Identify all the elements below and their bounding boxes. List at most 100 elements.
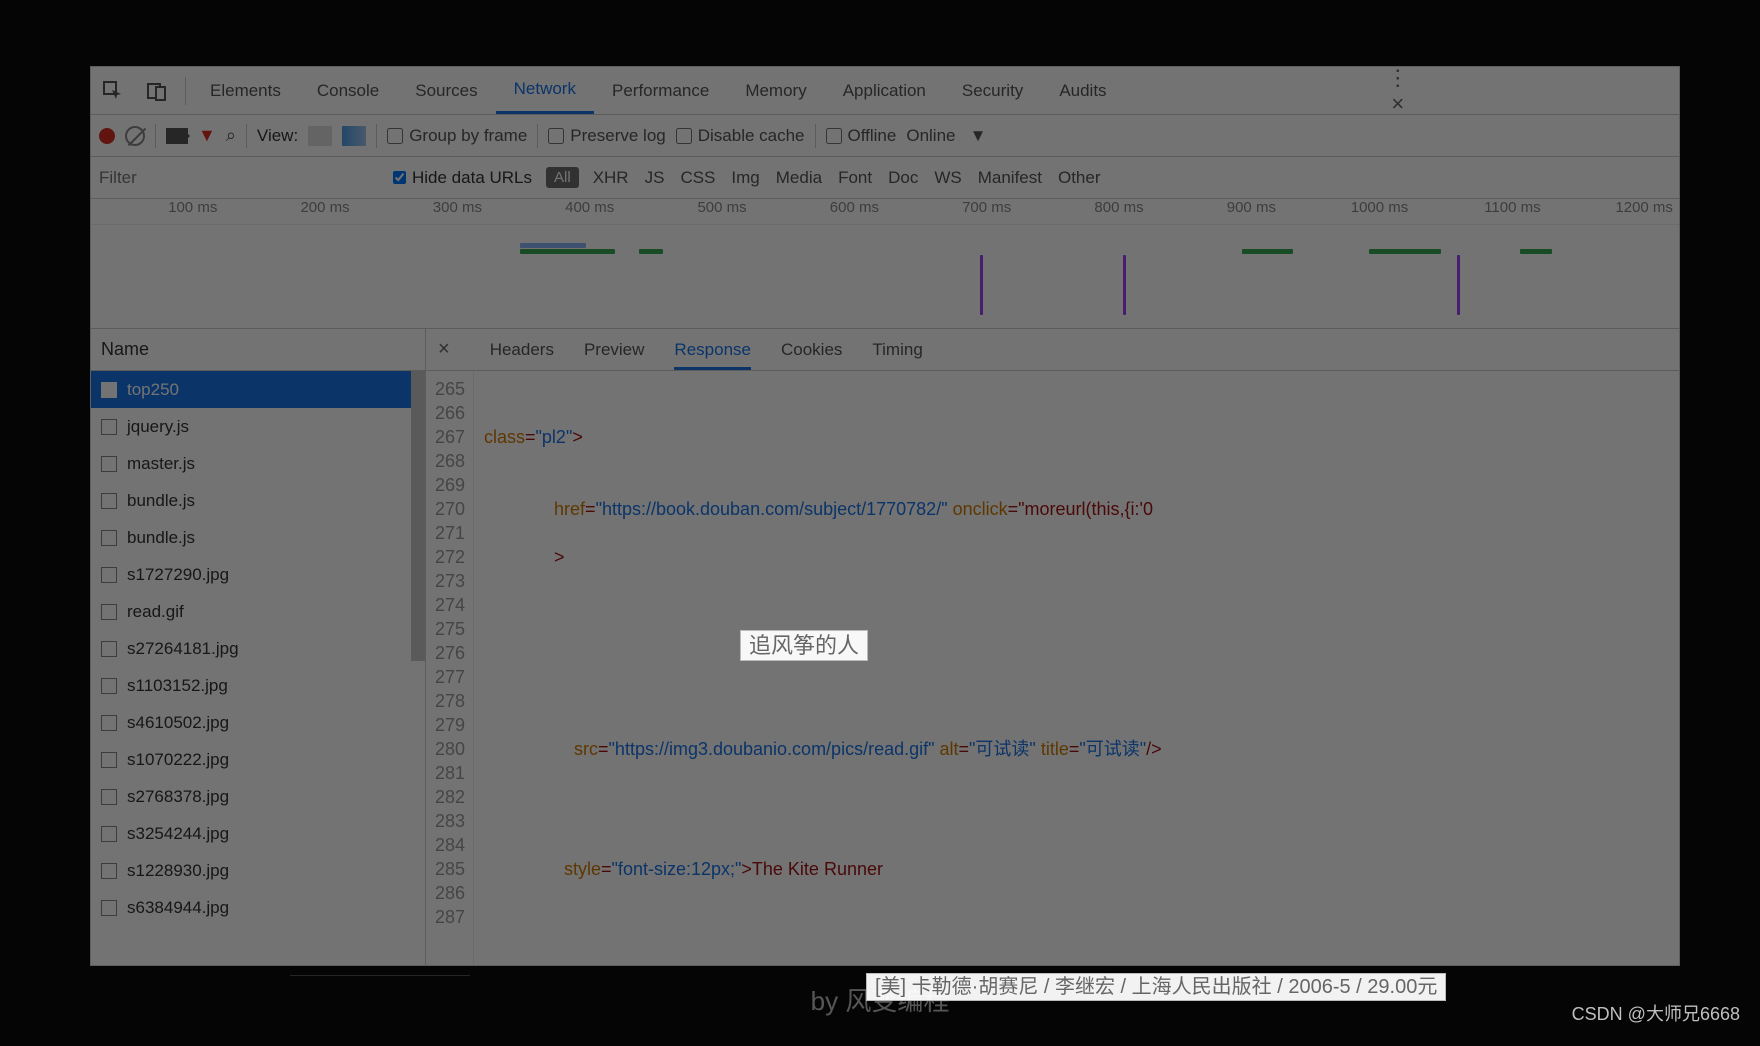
timeline-bar: [520, 249, 615, 254]
request-name: s6384944.jpg: [127, 898, 229, 918]
tab-elements[interactable]: Elements: [192, 67, 299, 114]
search-icon[interactable]: ⌕: [226, 125, 236, 146]
detail-tab-response[interactable]: Response: [674, 340, 751, 370]
network-toolbar: ▼ ⌕ View: Group by frame Preserve log Di…: [91, 115, 1679, 157]
request-row[interactable]: s4610502.jpg: [91, 704, 425, 741]
group-by-frame-checkbox[interactable]: Group by frame: [387, 126, 527, 146]
timeline-tick: 400 ms: [488, 199, 620, 224]
timeline-tick: 1000 ms: [1282, 199, 1414, 224]
request-row[interactable]: s6384944.jpg: [91, 889, 425, 926]
request-row[interactable]: master.js: [91, 445, 425, 482]
timeline-bar: [980, 255, 983, 315]
request-row[interactable]: s1103152.jpg: [91, 667, 425, 704]
clear-icon[interactable]: [125, 126, 145, 146]
annotation-book-title-box: 追风筝的人: [740, 630, 868, 661]
request-row[interactable]: s1070222.jpg: [91, 741, 425, 778]
request-name: read.gif: [127, 602, 184, 622]
filter-type-other[interactable]: Other: [1058, 168, 1101, 187]
timeline[interactable]: 100 ms200 ms300 ms400 ms500 ms600 ms700 …: [91, 199, 1679, 329]
device-toggle-icon[interactable]: [144, 78, 170, 104]
response-body[interactable]: 265 266 267 268 269 270 271 272 273 274 …: [426, 371, 1679, 965]
devtools-tabbar: ElementsConsoleSourcesNetworkPerformance…: [91, 67, 1679, 115]
timeline-tick: 800 ms: [1017, 199, 1149, 224]
detail-tab-preview[interactable]: Preview: [584, 340, 644, 359]
request-row[interactable]: jquery.js: [91, 408, 425, 445]
request-row[interactable]: top250: [91, 371, 425, 408]
filter-type-ws[interactable]: WS: [934, 168, 961, 187]
timeline-tick: 300 ms: [356, 199, 488, 224]
filter-type-font[interactable]: Font: [838, 168, 872, 187]
timeline-tick: 700 ms: [885, 199, 1017, 224]
file-icon: [101, 456, 117, 472]
request-row[interactable]: s3254244.jpg: [91, 815, 425, 852]
filter-type-css[interactable]: CSS: [680, 168, 715, 187]
request-name: bundle.js: [127, 528, 195, 548]
disable-cache-checkbox[interactable]: Disable cache: [676, 126, 805, 146]
request-row[interactable]: s27264181.jpg: [91, 630, 425, 667]
tab-console[interactable]: Console: [299, 67, 397, 114]
file-icon: [101, 530, 117, 546]
tab-audits[interactable]: Audits: [1041, 67, 1124, 114]
preserve-log-checkbox[interactable]: Preserve log: [548, 126, 665, 146]
file-icon: [101, 752, 117, 768]
record-icon[interactable]: [99, 128, 115, 144]
request-row[interactable]: bundle.js: [91, 482, 425, 519]
request-name: s3254244.jpg: [127, 824, 229, 844]
request-name: s1228930.jpg: [127, 861, 229, 881]
tab-performance[interactable]: Performance: [594, 67, 727, 114]
kebab-icon[interactable]: ⋮: [1385, 66, 1411, 91]
timeline-tick: 200 ms: [223, 199, 355, 224]
request-row[interactable]: s1727290.jpg: [91, 556, 425, 593]
filter-input[interactable]: [99, 168, 379, 188]
annotation-book-title-label: 书名: [879, 620, 947, 669]
hide-data-urls-checkbox[interactable]: Hide data URLs: [393, 168, 532, 188]
file-icon: [101, 604, 117, 620]
screenshot-icon[interactable]: [166, 128, 188, 144]
file-icon: [101, 789, 117, 805]
filter-type-all[interactable]: All: [546, 167, 579, 188]
devtools-window: ElementsConsoleSourcesNetworkPerformance…: [90, 66, 1680, 966]
tab-memory[interactable]: Memory: [727, 67, 824, 114]
timeline-bar: [1369, 249, 1440, 254]
request-name: top250: [127, 380, 179, 400]
large-rows-icon[interactable]: [308, 126, 332, 146]
tab-security[interactable]: Security: [944, 67, 1041, 114]
filter-icon[interactable]: ▼: [198, 125, 216, 146]
timeline-bar: [1123, 255, 1126, 315]
request-name: master.js: [127, 454, 195, 474]
request-list[interactable]: top250 jquery.js master.js bundle.js bundle.…: [91, 371, 425, 965]
file-icon: [101, 678, 117, 694]
request-row[interactable]: s1228930.jpg: [91, 852, 425, 889]
offline-checkbox[interactable]: Offline: [826, 126, 897, 146]
close-devtools-icon[interactable]: ×: [1385, 91, 1411, 117]
filter-type-doc[interactable]: Doc: [888, 168, 918, 187]
close-detail-icon[interactable]: ×: [438, 338, 450, 361]
timeline-bar: [1520, 249, 1552, 254]
filter-type-img[interactable]: Img: [731, 168, 759, 187]
filter-type-xhr[interactable]: XHR: [593, 168, 629, 187]
tab-application[interactable]: Application: [825, 67, 944, 114]
filter-type-media[interactable]: Media: [776, 168, 822, 187]
request-name: s1103152.jpg: [127, 676, 228, 696]
attribution: CSDN @大师兄6668: [1572, 1000, 1740, 1026]
view-label: View:: [257, 126, 298, 146]
detail-tabbar: × Headers Preview Response Cookies Timing: [426, 329, 1679, 371]
request-list-header[interactable]: Name: [91, 329, 425, 371]
request-name: s4610502.jpg: [127, 713, 229, 733]
detail-tab-timing[interactable]: Timing: [872, 340, 922, 359]
filter-type-manifest[interactable]: Manifest: [978, 168, 1042, 187]
request-row[interactable]: bundle.js: [91, 519, 425, 556]
tab-network[interactable]: Network: [496, 67, 594, 114]
scrollbar-thumb[interactable]: [411, 371, 425, 661]
filter-type-js[interactable]: JS: [645, 168, 665, 187]
request-row[interactable]: s2768378.jpg: [91, 778, 425, 815]
detail-tab-cookies[interactable]: Cookies: [781, 340, 842, 359]
waterfall-view-icon[interactable]: [342, 126, 366, 146]
detail-tab-headers[interactable]: Headers: [490, 340, 554, 359]
request-row[interactable]: read.gif: [91, 593, 425, 630]
file-icon: [101, 382, 117, 398]
tab-sources[interactable]: Sources: [397, 67, 495, 114]
inspect-icon[interactable]: [100, 78, 126, 104]
throttle-select[interactable]: Online ▼: [906, 126, 1004, 146]
detail-panel: × Headers Preview Response Cookies Timing 26…: [426, 329, 1679, 965]
